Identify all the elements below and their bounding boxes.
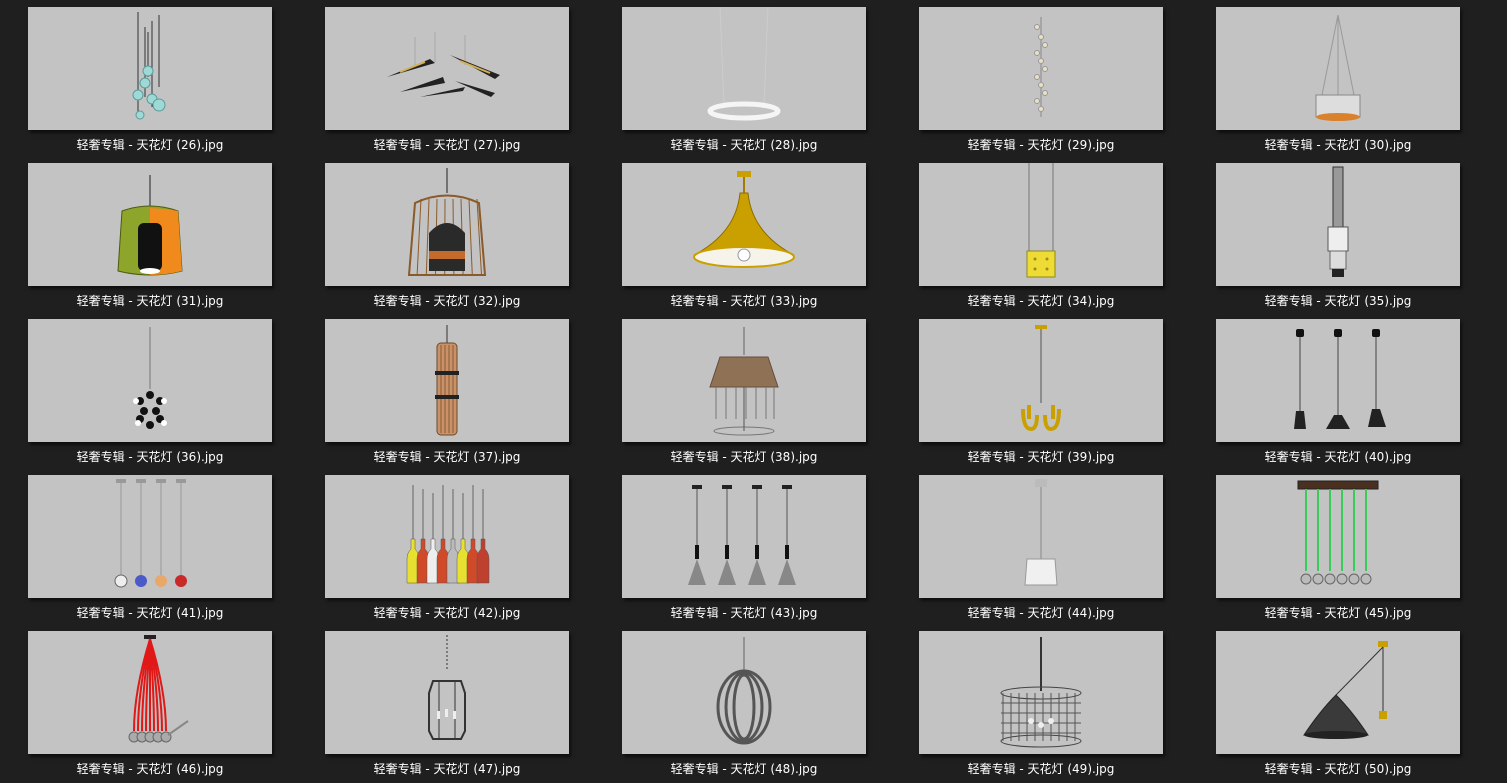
red-cord-bundle-lamp-icon: [28, 631, 272, 754]
crystal-tube-pendant-icon: [1216, 163, 1460, 286]
gold-trumpet-pendant-icon: [622, 163, 866, 286]
thumbnail-grid: 轻奢专辑 - 天花灯 (26).jpg 轻奢专辑 - 天花灯 (27).jpg …: [0, 0, 1507, 783]
color-glass-pendant-icon: [28, 163, 272, 286]
file-name-label: 轻奢专辑 - 天花灯 (31).jpg: [76, 294, 224, 308]
file-name-label: 轻奢专辑 - 天花灯 (43).jpg: [670, 606, 818, 620]
file-name-label: 轻奢专辑 - 天花灯 (45).jpg: [1264, 606, 1412, 620]
file-name-label: 轻奢专辑 - 天花灯 (34).jpg: [967, 294, 1115, 308]
file-thumbnail-item[interactable]: 轻奢专辑 - 天花灯 (41).jpg: [28, 475, 272, 627]
drum-pendant-lamp-icon: [1216, 7, 1460, 130]
file-thumbnail-item[interactable]: 轻奢专辑 - 天花灯 (28).jpg: [622, 7, 866, 159]
ring-pendant-lamp-icon: [622, 7, 866, 130]
pulley-dome-pendant-icon: [1216, 631, 1460, 754]
wood-cylinder-pendant-icon: [325, 319, 569, 442]
file-name-label: 轻奢专辑 - 天花灯 (26).jpg: [76, 138, 224, 152]
orb-ring-chandelier-icon: [622, 631, 866, 754]
file-thumbnail-item[interactable]: 轻奢专辑 - 天花灯 (32).jpg: [325, 163, 569, 315]
leaf-blade-chandelier-icon: [325, 7, 569, 130]
file-thumbnail-item[interactable]: 轻奢专辑 - 天花灯 (46).jpg: [28, 631, 272, 783]
cone-pendant-set-icon: [622, 475, 866, 598]
green-cord-bulb-bar-icon: [1216, 475, 1460, 598]
file-thumbnail-item[interactable]: 轻奢专辑 - 天花灯 (37).jpg: [325, 319, 569, 471]
file-thumbnail-item[interactable]: 轻奢专辑 - 天花灯 (35).jpg: [1216, 163, 1460, 315]
file-name-label: 轻奢专辑 - 天花灯 (28).jpg: [670, 138, 818, 152]
bottle-pendant-icon: [325, 475, 569, 598]
file-thumbnail-item[interactable]: 轻奢专辑 - 天花灯 (31).jpg: [28, 163, 272, 315]
yellow-box-pendant-icon: [919, 163, 1163, 286]
file-name-label: 轻奢专辑 - 天花灯 (30).jpg: [1264, 138, 1412, 152]
file-name-label: 轻奢专辑 - 天花灯 (39).jpg: [967, 450, 1115, 464]
bulb-sphere-cluster-icon: [28, 319, 272, 442]
file-thumbnail-item[interactable]: 轻奢专辑 - 天花灯 (43).jpg: [622, 475, 866, 627]
file-thumbnail-item[interactable]: 轻奢专辑 - 天花灯 (30).jpg: [1216, 7, 1460, 159]
file-thumbnail-item[interactable]: 轻奢专辑 - 天花灯 (42).jpg: [325, 475, 569, 627]
birdcage-pendant-icon: [325, 163, 569, 286]
file-name-label: 轻奢专辑 - 天花灯 (46).jpg: [76, 762, 224, 776]
file-name-label: 轻奢专辑 - 天花灯 (47).jpg: [373, 762, 521, 776]
file-thumbnail-item[interactable]: 轻奢专辑 - 天花灯 (34).jpg: [919, 163, 1163, 315]
file-thumbnail-item[interactable]: 轻奢专辑 - 天花灯 (48).jpg: [622, 631, 866, 783]
file-thumbnail-item[interactable]: 轻奢专辑 - 天花灯 (39).jpg: [919, 319, 1163, 471]
shade-crystal-chandelier-icon: [622, 319, 866, 442]
crystal-strand-lamp-icon: [919, 7, 1163, 130]
file-name-label: 轻奢专辑 - 天花灯 (27).jpg: [373, 138, 521, 152]
file-thumbnail-item[interactable]: 轻奢专辑 - 天花灯 (29).jpg: [919, 7, 1163, 159]
file-name-label: 轻奢专辑 - 天花灯 (48).jpg: [670, 762, 818, 776]
file-thumbnail-item[interactable]: 轻奢专辑 - 天花灯 (38).jpg: [622, 319, 866, 471]
file-thumbnail-item[interactable]: 轻奢专辑 - 天花灯 (36).jpg: [28, 319, 272, 471]
file-name-label: 轻奢专辑 - 天花灯 (37).jpg: [373, 450, 521, 464]
white-drum-pendant-icon: [919, 475, 1163, 598]
file-name-label: 轻奢专辑 - 天花灯 (32).jpg: [373, 294, 521, 308]
file-thumbnail-item[interactable]: 轻奢专辑 - 天花灯 (45).jpg: [1216, 475, 1460, 627]
file-thumbnail-item[interactable]: 轻奢专辑 - 天花灯 (47).jpg: [325, 631, 569, 783]
file-name-label: 轻奢专辑 - 天花灯 (49).jpg: [967, 762, 1115, 776]
file-name-label: 轻奢专辑 - 天花灯 (50).jpg: [1264, 762, 1412, 776]
file-thumbnail-item[interactable]: 轻奢专辑 - 天花灯 (33).jpg: [622, 163, 866, 315]
file-name-label: 轻奢专辑 - 天花灯 (33).jpg: [670, 294, 818, 308]
file-name-label: 轻奢专辑 - 天花灯 (29).jpg: [967, 138, 1115, 152]
file-name-label: 轻奢专辑 - 天花灯 (40).jpg: [1264, 450, 1412, 464]
file-thumbnail-item[interactable]: 轻奢专辑 - 天花灯 (44).jpg: [919, 475, 1163, 627]
gold-horn-chandelier-icon: [919, 319, 1163, 442]
triple-cone-pendant-icon: [1216, 319, 1460, 442]
glass-globe-cluster-lamp-icon: [28, 7, 272, 130]
file-name-label: 轻奢专辑 - 天花灯 (41).jpg: [76, 606, 224, 620]
file-thumbnail-item[interactable]: 轻奢专辑 - 天花灯 (49).jpg: [919, 631, 1163, 783]
file-name-label: 轻奢专辑 - 天花灯 (42).jpg: [373, 606, 521, 620]
wire-drum-chandelier-icon: [919, 631, 1163, 754]
file-name-label: 轻奢专辑 - 天花灯 (36).jpg: [76, 450, 224, 464]
file-name-label: 轻奢专辑 - 天花灯 (38).jpg: [670, 450, 818, 464]
file-name-label: 轻奢专辑 - 天花灯 (35).jpg: [1264, 294, 1412, 308]
file-thumbnail-item[interactable]: 轻奢专辑 - 天花灯 (26).jpg: [28, 7, 272, 159]
file-name-label: 轻奢专辑 - 天花灯 (44).jpg: [967, 606, 1115, 620]
color-ball-pendant-icon: [28, 475, 272, 598]
lantern-cage-pendant-icon: [325, 631, 569, 754]
file-thumbnail-item[interactable]: 轻奢专辑 - 天花灯 (27).jpg: [325, 7, 569, 159]
file-thumbnail-item[interactable]: 轻奢专辑 - 天花灯 (50).jpg: [1216, 631, 1460, 783]
file-thumbnail-item[interactable]: 轻奢专辑 - 天花灯 (40).jpg: [1216, 319, 1460, 471]
